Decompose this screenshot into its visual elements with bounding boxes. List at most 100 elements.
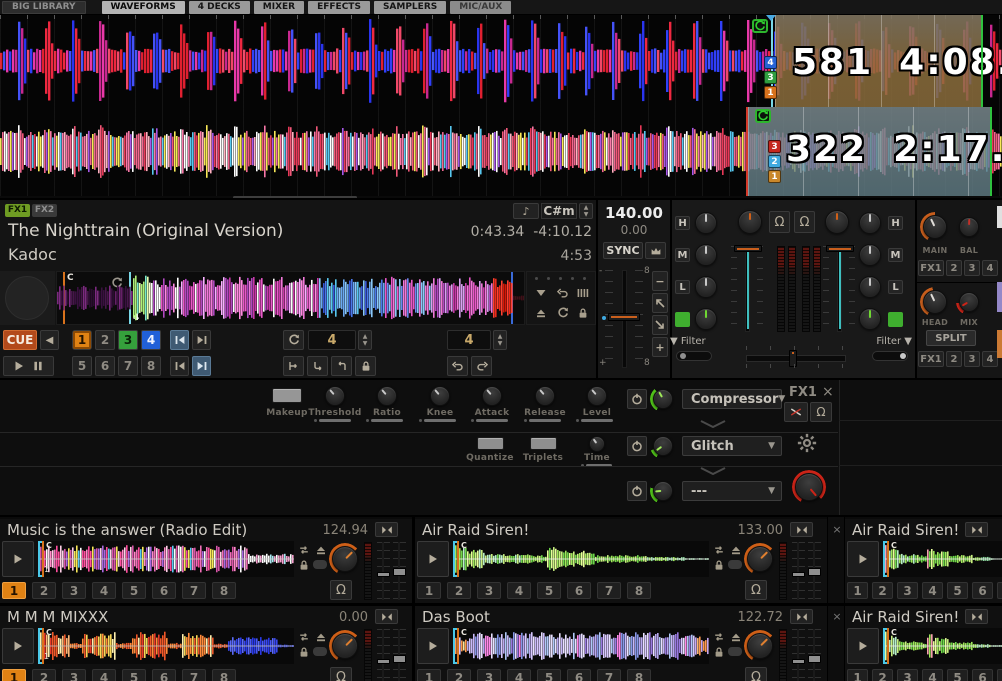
deck-a-scrolling-waveform[interactable]: 5814:08.62 431 <box>0 15 1002 107</box>
quantize-toggle-button[interactable] <box>477 437 504 450</box>
sampler-waveform[interactable]: C <box>883 541 1002 577</box>
master-fx-assign-2[interactable]: 2 <box>946 260 962 276</box>
sampler-hotcue-2[interactable]: 2 <box>872 582 893 599</box>
nudge-forward-button[interactable] <box>652 315 668 335</box>
keylock-icon[interactable] <box>577 304 593 319</box>
bpm-display[interactable]: 140.00 <box>598 204 670 222</box>
slip-mode-icon[interactable] <box>535 284 551 299</box>
loop-length-spinner[interactable]: ▲▼ <box>358 330 372 350</box>
sampler-record-dot[interactable] <box>728 647 742 656</box>
sync-button[interactable]: SYNC <box>603 242 643 259</box>
sampler-play-button[interactable] <box>417 628 449 664</box>
sampler-eject-icon[interactable] <box>313 630 329 644</box>
main-volume-knob[interactable] <box>920 212 950 242</box>
eq-knob-right[interactable] <box>856 273 884 301</box>
sampler-hotcue-5[interactable]: 5 <box>537 669 561 681</box>
sampler-hotcue-1[interactable]: 1 <box>2 669 26 681</box>
fx-knob-level[interactable] <box>584 383 610 409</box>
sampler-hotcue-1[interactable]: 1 <box>417 582 441 599</box>
beatjump-end-button[interactable] <box>192 356 211 376</box>
sampler-hotcue-7[interactable]: 7 <box>182 669 206 681</box>
headphone-cue-left[interactable]: Ω <box>769 211 790 233</box>
tab-effects[interactable]: EFFECTS <box>308 1 370 14</box>
tab-4-decks[interactable]: 4 DECKS <box>189 1 250 14</box>
deck-fx1-assign-button[interactable]: FX1 <box>5 204 30 217</box>
sampler-eject-icon[interactable] <box>728 630 744 644</box>
sampler-eject-icon[interactable] <box>728 543 744 557</box>
master-fx-assign-3[interactable]: 3 <box>964 260 980 276</box>
sampler-volume-knob[interactable] <box>744 543 776 575</box>
sampler-hotcue-5[interactable]: 5 <box>947 582 968 599</box>
hotcue-button-6[interactable]: 6 <box>95 356 115 376</box>
sampler-sync-button[interactable] <box>375 522 398 537</box>
sampler-hotcue-8[interactable]: 8 <box>627 582 651 599</box>
filter-switch-left[interactable] <box>676 351 712 361</box>
sampler-record-dot[interactable] <box>313 560 327 569</box>
track-overview-waveform[interactable]: C 4 <box>56 271 525 325</box>
fx-slot-2-power-button[interactable] <box>627 436 647 456</box>
loop-length-value[interactable]: 4 <box>308 330 356 350</box>
sampler-loop-icon[interactable] <box>296 630 312 644</box>
sampler-eject-icon[interactable] <box>313 543 329 557</box>
tempo-plus-button[interactable]: + <box>652 337 668 357</box>
sampler-record-dot[interactable] <box>728 560 742 569</box>
deck-fx2-assign-button[interactable]: FX2 <box>32 204 57 217</box>
makeup-toggle-button[interactable]: Makeup <box>272 388 302 403</box>
sampler-waveform[interactable]: C <box>453 541 709 577</box>
pitch-fader-handle[interactable] <box>608 313 640 321</box>
headphone-fx-assign-4[interactable]: 4 <box>982 351 998 367</box>
sampler-sync-button[interactable] <box>790 522 813 537</box>
sampler-hotcue-4[interactable]: 4 <box>922 582 943 599</box>
fx-knob-ratio[interactable] <box>374 383 400 409</box>
beatjump-back-button[interactable] <box>170 356 189 376</box>
sampler-hotcue-4[interactable]: 4 <box>507 669 531 681</box>
gain-knob-left[interactable] <box>735 207 765 237</box>
key-note-icon[interactable]: ♪ <box>513 203 539 219</box>
sampler-hotcue-7[interactable]: 7 <box>597 582 621 599</box>
tab-mixer[interactable]: MIXER <box>254 1 304 14</box>
sampler-waveform[interactable]: C1 <box>38 541 294 577</box>
sampler-hotcue-7[interactable]: 7 <box>997 669 1002 681</box>
sampler-hotcue-1[interactable]: 1 <box>847 669 868 681</box>
fx-slot-1-selector[interactable]: Compressor▼ <box>682 389 782 409</box>
headphone-volume-knob[interactable] <box>920 287 950 317</box>
sampler-hotcue-5[interactable]: 5 <box>947 669 968 681</box>
sampler-hotcue-1[interactable]: 1 <box>417 669 441 681</box>
fx-headphone-button[interactable]: Ω <box>810 402 832 422</box>
nudge-back-button[interactable] <box>652 293 668 313</box>
sampler-loop-icon[interactable] <box>711 543 727 557</box>
eq-knob-right[interactable] <box>856 241 884 269</box>
sampler-hotcue-6[interactable]: 6 <box>152 582 176 599</box>
tab-samplers[interactable]: SAMPLERS <box>374 1 446 14</box>
sampler-hotcue-5[interactable]: 5 <box>122 582 146 599</box>
sampler-lock-icon[interactable] <box>296 558 312 572</box>
master-fx-assign-4[interactable]: 4 <box>982 260 998 276</box>
sampler-hotcue-7[interactable]: 7 <box>182 582 206 599</box>
beatjump-length-value[interactable]: 4 <box>447 330 491 350</box>
jump-back-button[interactable] <box>447 356 468 376</box>
hotcue-button-8[interactable]: 8 <box>141 356 161 376</box>
sampler-sync-button[interactable] <box>375 609 398 624</box>
fx-knob-attack[interactable] <box>479 383 505 409</box>
sampler-hotcue-3[interactable]: 3 <box>477 582 501 599</box>
filter-enable-right[interactable] <box>888 312 903 327</box>
beatgrid-edit-icon[interactable] <box>577 284 593 299</box>
loop-out-button[interactable] <box>307 356 328 376</box>
waveform-cue-badge-1[interactable]: 1 <box>764 86 777 99</box>
master-crown-button[interactable] <box>645 242 666 259</box>
sampler-record-dot[interactable] <box>313 647 327 656</box>
master-fx-assign-1[interactable]: FX1 <box>918 260 944 276</box>
waveform-cue-badge-4[interactable]: 4 <box>764 56 777 69</box>
sampler-waveform[interactable]: C <box>883 628 1002 664</box>
fx-slot-2-drywet-knob[interactable] <box>650 433 676 459</box>
split-button[interactable]: SPLIT <box>926 330 976 346</box>
sampler-sync-button[interactable] <box>965 522 988 537</box>
sampler-waveform[interactable]: C <box>453 628 709 664</box>
sampler-play-button[interactable] <box>847 628 879 664</box>
fx-unit-drywet-knob[interactable] <box>792 470 826 504</box>
eq-knob-left[interactable] <box>692 273 720 301</box>
fx-kill-button[interactable] <box>784 402 808 422</box>
hotcue-button-7[interactable]: 7 <box>118 356 138 376</box>
waveform-cue-badge-1[interactable]: 1 <box>768 170 781 183</box>
sampler-loop-icon[interactable] <box>711 630 727 644</box>
